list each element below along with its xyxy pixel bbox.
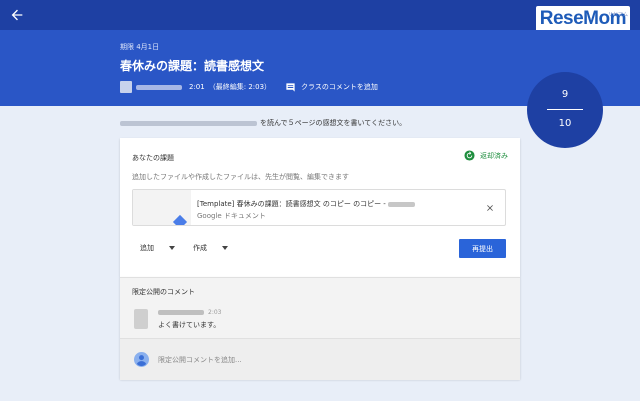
logo-subtext: リセマム — [607, 12, 628, 18]
private-comments-card: 限定公開のコメント 2:03 よく書けています。 — [120, 277, 520, 380]
private-comment-input[interactable] — [158, 352, 458, 367]
teacher-avatar-blurred — [120, 81, 132, 93]
attachment-type: Google ドキュメント — [197, 212, 266, 220]
site-logo: ReseMom リセマム — [535, 6, 630, 32]
avatar — [134, 309, 148, 329]
work-note: 追加したファイルや作成したファイルは、先生が閲覧、編集できます — [132, 173, 349, 181]
returned-icon — [464, 150, 475, 161]
chevron-down-icon — [169, 246, 175, 250]
edited-time: （最終編集: 2:03） — [208, 83, 272, 91]
comment-icon[interactable] — [285, 82, 296, 93]
create-menu-button[interactable]: 作成 — [193, 243, 228, 253]
create-menu-label: 作成 — [193, 244, 207, 252]
google-docs-icon — [172, 214, 188, 225]
grade-total: 10 — [558, 118, 572, 129]
grade-badge: 9 10 — [527, 72, 603, 148]
document-thumbnail — [133, 190, 191, 225]
attachment-item[interactable]: [Template] 春休みの課題：読書感想文 のコピー のコピー - Goog… — [132, 189, 506, 226]
comment-text: よく書けています。 — [158, 321, 221, 329]
comment-author-blurred — [158, 310, 204, 315]
your-work-heading: あなたの課題 — [132, 154, 174, 162]
add-class-comment-link[interactable]: クラスのコメントを追加 — [301, 82, 378, 92]
add-menu-button[interactable]: 追加 — [140, 243, 175, 253]
user-avatar-icon — [134, 352, 149, 367]
your-work-card: あなたの課題 返却済み 追加したファイルや作成したファイルは、先生が閲覧、編集で… — [120, 138, 520, 277]
close-icon[interactable] — [485, 203, 495, 213]
student-name-blurred — [387, 201, 415, 207]
attachment-name-text: [Template] 春休みの課題：読書感想文 のコピー のコピー - — [197, 200, 386, 208]
grade-divider — [547, 109, 583, 110]
status-badge: 返却済み — [464, 150, 508, 161]
comment-time: 2:03 — [208, 309, 222, 316]
status-text: 返却済み — [480, 151, 508, 160]
comment-input-row — [120, 338, 520, 380]
posted-time: 2:01 — [189, 83, 205, 91]
instruction-text: を読んで５ページの感想文を書いてください。 — [260, 119, 407, 127]
resubmit-button[interactable]: 再提出 — [459, 239, 506, 258]
book-title-blurred — [120, 120, 257, 126]
teacher-name-blurred — [136, 84, 182, 90]
assignment-instructions: を読んで５ページの感想文を書いてください。 — [120, 118, 406, 128]
grade-earned: 9 — [561, 89, 569, 100]
chevron-down-icon — [222, 246, 228, 250]
comment-meta: 2:03 — [158, 309, 221, 316]
add-menu-label: 追加 — [140, 244, 154, 252]
assignment-title: 春休みの課題：読書感想文 — [120, 59, 265, 73]
attachment-name[interactable]: [Template] 春休みの課題：読書感想文 のコピー のコピー - — [197, 199, 415, 209]
assignment-deadline: 期限 4月1日 — [120, 43, 160, 51]
arrow-back-icon[interactable] — [9, 7, 25, 23]
assignment-meta: 2:01 （最終編集: 2:03） クラスのコメントを追加 — [120, 81, 378, 93]
private-comments-heading: 限定公開のコメント — [132, 288, 195, 296]
